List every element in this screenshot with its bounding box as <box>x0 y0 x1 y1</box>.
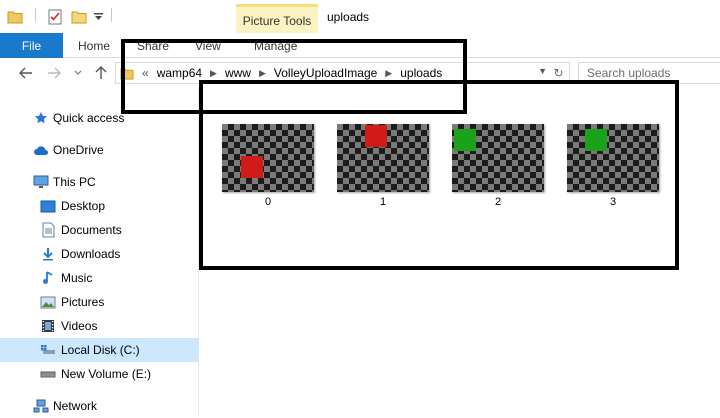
file-tab[interactable]: File <box>0 33 63 58</box>
nav-label: Pictures <box>61 295 105 309</box>
back-arrow-icon[interactable] <box>18 65 34 81</box>
customize-dropdown-icon[interactable] <box>92 7 104 27</box>
nav-item-documents[interactable]: Documents <box>0 218 199 242</box>
film-icon <box>40 318 56 334</box>
nav-label: Music <box>61 271 93 285</box>
pictures-icon <box>40 294 56 310</box>
properties-checklist-icon[interactable] <box>46 7 64 27</box>
picture-tools-context-tab: Picture Tools <box>236 4 318 34</box>
nav-item-network[interactable]: Network <box>0 394 199 418</box>
nav-item-videos[interactable]: Videos <box>0 314 199 338</box>
documents-icon <box>40 222 56 238</box>
nav-label: Videos <box>61 319 98 333</box>
nav-label: This PC <box>53 175 96 189</box>
nav-item-desktop[interactable]: Desktop <box>0 194 199 218</box>
nav-item-this-pc[interactable]: This PC <box>0 170 199 194</box>
download-arrow-icon <box>40 246 56 262</box>
quick-access-divider <box>35 8 36 22</box>
recent-locations-chevron-icon[interactable] <box>70 65 86 81</box>
nav-item-local-disk-c[interactable]: Local Disk (C:) <box>0 338 199 362</box>
forward-arrow-icon[interactable] <box>46 65 62 81</box>
nav-item-downloads[interactable]: Downloads <box>0 242 199 266</box>
nav-label: Local Disk (C:) <box>61 343 140 357</box>
nav-label: Documents <box>61 223 122 237</box>
drive-icon <box>40 366 56 382</box>
music-note-icon <box>40 270 56 286</box>
annotation-box-files <box>199 80 679 270</box>
nav-item-new-volume-e[interactable]: New Volume (E:) <box>0 362 199 386</box>
nav-label: New Volume (E:) <box>61 367 152 381</box>
new-folder-icon[interactable] <box>70 7 88 27</box>
navigation-pane: Quick access OneDrive This PC Desktop Do… <box>0 88 199 417</box>
nav-item-onedrive[interactable]: OneDrive <box>0 138 199 162</box>
nav-label: Downloads <box>61 247 121 261</box>
star-icon <box>33 110 49 126</box>
windows-drive-icon <box>40 342 56 358</box>
tab-home[interactable]: Home <box>78 33 110 58</box>
nav-label: Desktop <box>61 199 106 213</box>
address-dropdown-icon[interactable]: ▼ <box>538 66 547 76</box>
window-title: uploads <box>327 10 370 24</box>
nav-item-music[interactable]: Music <box>0 266 199 290</box>
quick-access-divider <box>111 8 112 22</box>
nav-label: OneDrive <box>53 143 104 157</box>
desktop-folder-icon <box>40 198 56 214</box>
monitor-icon <box>33 174 49 190</box>
nav-item-pictures[interactable]: Pictures <box>0 290 199 314</box>
nav-label: Network <box>53 399 98 413</box>
nav-scrollbar[interactable] <box>0 88 8 417</box>
up-arrow-icon[interactable] <box>93 65 109 81</box>
folder-icon[interactable] <box>6 7 24 27</box>
network-icon <box>33 398 49 414</box>
cloud-icon <box>33 142 49 158</box>
title-bar: Picture Tools uploads <box>0 0 720 34</box>
nav-label: Quick access <box>53 111 125 125</box>
